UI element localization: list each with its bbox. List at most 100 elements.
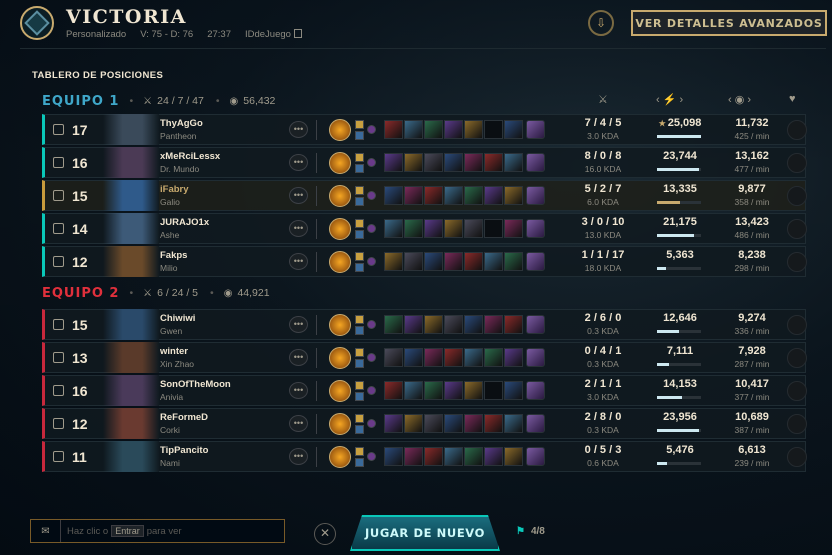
advanced-details-button[interactable]: VER DETALLES AVANZADOS: [631, 10, 827, 36]
keystone-rune-icon[interactable]: [329, 152, 351, 174]
item-slot-icon[interactable]: [444, 447, 463, 466]
player-row[interactable]: 12 Fakps Milio ••• 1 / 1 / 17 18.0 KDA 5,363 8,…: [42, 246, 807, 277]
trinket-icon[interactable]: [526, 348, 545, 367]
more-options-icon[interactable]: •••: [289, 316, 308, 333]
item-slot-icon[interactable]: [444, 153, 463, 172]
chat-mute-icon[interactable]: ✉: [31, 520, 61, 542]
keystone-rune-icon[interactable]: [329, 185, 351, 207]
download-button[interactable]: ⇩: [588, 10, 614, 36]
player-name[interactable]: winter: [160, 346, 188, 357]
item-slot-icon[interactable]: [444, 186, 463, 205]
trinket-icon[interactable]: [526, 315, 545, 334]
item-slot-icon[interactable]: [464, 219, 483, 238]
item-slot-icon[interactable]: [484, 219, 503, 238]
damage-column-selector[interactable]: ‹ ⚡ ›: [656, 93, 683, 106]
item-slot-icon[interactable]: [444, 414, 463, 433]
player-name[interactable]: TipPancito: [160, 445, 208, 456]
summoner-spell-icon[interactable]: [355, 381, 364, 390]
summoner-spell-icon[interactable]: [355, 414, 364, 423]
item-slot-icon[interactable]: [424, 153, 443, 172]
item-slot-icon[interactable]: [424, 348, 443, 367]
summoner-spell-icon[interactable]: [355, 131, 364, 140]
honor-button[interactable]: [787, 153, 807, 173]
item-slot-icon[interactable]: [504, 120, 523, 139]
secondary-rune-icon[interactable]: [367, 191, 376, 200]
player-name[interactable]: iFabry: [160, 184, 189, 195]
player-row[interactable]: 13 winter Xin Zhao ••• 0 / 4 / 1 0.3 KDA 7,111…: [42, 342, 807, 373]
keystone-rune-icon[interactable]: [329, 314, 351, 336]
player-row[interactable]: 16 SonOfTheMoon Anivia ••• 2 / 1 / 1 3.0 KDA 1…: [42, 375, 807, 406]
item-slot-icon[interactable]: [384, 120, 403, 139]
more-options-icon[interactable]: •••: [289, 154, 308, 171]
keystone-rune-icon[interactable]: [329, 218, 351, 240]
item-slot-icon[interactable]: [384, 447, 403, 466]
item-slot-icon[interactable]: [484, 315, 503, 334]
summoner-spell-icon[interactable]: [355, 120, 364, 129]
player-name[interactable]: ThyAgGo: [160, 118, 203, 129]
item-slot-icon[interactable]: [504, 414, 523, 433]
honor-button[interactable]: [787, 315, 807, 335]
item-slot-icon[interactable]: [504, 186, 523, 205]
summoner-spell-icon[interactable]: [355, 458, 364, 467]
item-slot-icon[interactable]: [424, 381, 443, 400]
item-slot-icon[interactable]: [424, 120, 443, 139]
player-row[interactable]: 11 TipPancito Nami ••• 0 / 5 / 3 0.6 KDA 5,476…: [42, 441, 807, 472]
secondary-rune-icon[interactable]: [367, 419, 376, 428]
summoner-spell-icon[interactable]: [355, 164, 364, 173]
game-id[interactable]: IDdeJuego: [245, 29, 302, 40]
item-slot-icon[interactable]: [464, 315, 483, 334]
item-slot-icon[interactable]: [484, 120, 503, 139]
more-options-icon[interactable]: •••: [289, 448, 308, 465]
keystone-rune-icon[interactable]: [329, 446, 351, 468]
player-name[interactable]: SonOfTheMoon: [160, 379, 231, 390]
player-row[interactable]: 16 xMeRciLessx Dr. Mundo ••• 8 / 0 / 8 16.0 K…: [42, 147, 807, 178]
honor-button[interactable]: [787, 120, 807, 140]
honor-button[interactable]: [787, 219, 807, 239]
player-row[interactable]: 14 JURAJO1x Ashe ••• 3 / 0 / 10 13.0 KDA 21,17…: [42, 213, 807, 244]
trinket-icon[interactable]: [526, 153, 545, 172]
summoner-spell-icon[interactable]: [355, 153, 364, 162]
trinket-icon[interactable]: [526, 252, 545, 271]
more-options-icon[interactable]: •••: [289, 349, 308, 366]
summoner-spell-icon[interactable]: [355, 197, 364, 206]
item-slot-icon[interactable]: [484, 447, 503, 466]
item-slot-icon[interactable]: [504, 348, 523, 367]
item-slot-icon[interactable]: [384, 414, 403, 433]
item-slot-icon[interactable]: [504, 381, 523, 400]
honor-button[interactable]: [787, 447, 807, 467]
secondary-rune-icon[interactable]: [367, 224, 376, 233]
more-options-icon[interactable]: •••: [289, 220, 308, 237]
item-slot-icon[interactable]: [444, 381, 463, 400]
item-slot-icon[interactable]: [424, 447, 443, 466]
item-slot-icon[interactable]: [424, 252, 443, 271]
copy-icon[interactable]: [293, 29, 302, 38]
player-row[interactable]: 15 Chiwiwi Gwen ••• 2 / 6 / 0 0.3 KDA 12,646 9,…: [42, 309, 807, 340]
trinket-icon[interactable]: [526, 186, 545, 205]
close-button[interactable]: ✕: [314, 523, 336, 545]
item-slot-icon[interactable]: [504, 315, 523, 334]
trinket-icon[interactable]: [526, 447, 545, 466]
item-slot-icon[interactable]: [484, 153, 503, 172]
item-slot-icon[interactable]: [384, 153, 403, 172]
trinket-icon[interactable]: [526, 219, 545, 238]
player-name[interactable]: Fakps: [160, 250, 187, 261]
secondary-rune-icon[interactable]: [367, 452, 376, 461]
item-slot-icon[interactable]: [404, 120, 423, 139]
honor-button[interactable]: [787, 186, 807, 206]
item-slot-icon[interactable]: [404, 252, 423, 271]
summoner-spell-icon[interactable]: [355, 392, 364, 401]
summoner-spell-icon[interactable]: [355, 315, 364, 324]
keystone-rune-icon[interactable]: [329, 251, 351, 273]
secondary-rune-icon[interactable]: [367, 353, 376, 362]
item-slot-icon[interactable]: [404, 381, 423, 400]
summoner-spell-icon[interactable]: [355, 425, 364, 434]
secondary-rune-icon[interactable]: [367, 386, 376, 395]
item-slot-icon[interactable]: [504, 447, 523, 466]
player-row[interactable]: 17 ThyAgGo Pantheon ••• 7 / 4 / 5 3.0 KDA ★ 25,…: [42, 114, 807, 145]
item-slot-icon[interactable]: [484, 186, 503, 205]
trinket-icon[interactable]: [526, 414, 545, 433]
honor-button[interactable]: [787, 252, 807, 272]
item-slot-icon[interactable]: [384, 348, 403, 367]
more-options-icon[interactable]: •••: [289, 187, 308, 204]
keystone-rune-icon[interactable]: [329, 347, 351, 369]
